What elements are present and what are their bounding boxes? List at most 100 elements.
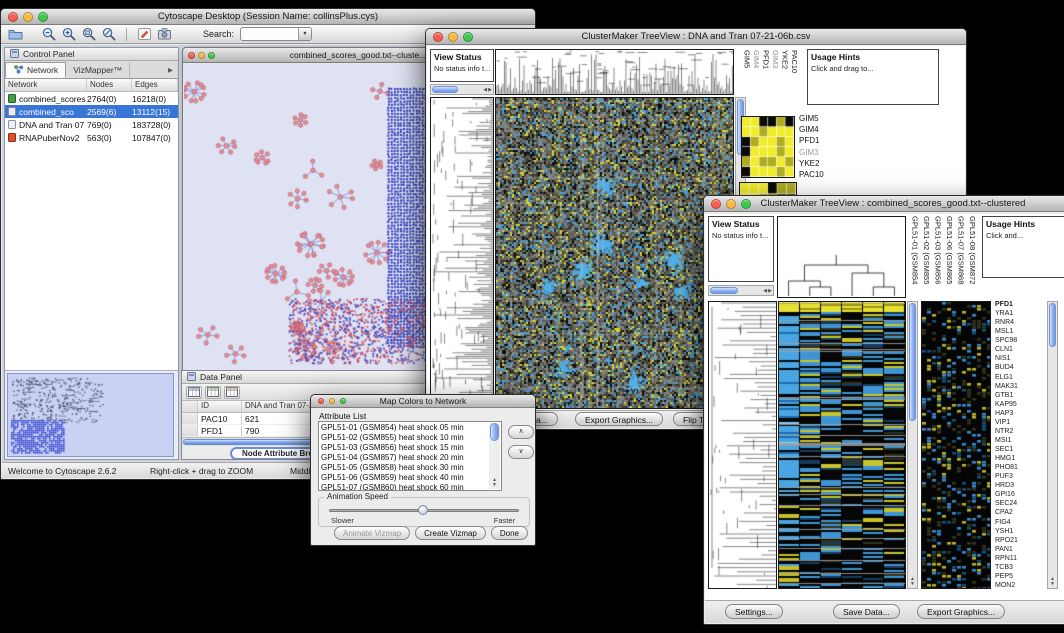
tv2-gene-label: MSI1: [995, 437, 1045, 444]
zoom-in-icon[interactable]: [60, 26, 78, 42]
view-status-title: View Status: [434, 52, 490, 62]
attribute-list-item[interactable]: GPL51-03 (GSM856) heat shock 15 min: [321, 443, 488, 453]
attribute-list-item[interactable]: GPL51-01 (GSM854) heat shock 05 min: [321, 423, 488, 433]
scrollbar-thumb[interactable]: [1049, 303, 1056, 347]
network-table-row[interactable]: combined_sco2569(6)13112(15): [5, 105, 178, 118]
tab-network[interactable]: Network: [5, 62, 66, 78]
tv2-gene-vscrollbar[interactable]: ▲▼: [1047, 301, 1058, 589]
network-table-row[interactable]: DNA and Tran 07769(0)183728(0): [5, 118, 178, 131]
tv1-correlation-matrix-canvas[interactable]: [741, 116, 795, 178]
close-icon[interactable]: [711, 199, 721, 209]
main-titlebar[interactable]: Cytoscape Desktop (Session Name: collins…: [1, 9, 535, 25]
usage-hints-title: Usage Hints: [811, 52, 935, 62]
attribute-list-item[interactable]: GPL51-07 (GSM860) heat shock 60 min: [321, 483, 488, 490]
move-up-button[interactable]: ∧: [508, 425, 534, 439]
tv2-gene-label: RPO21: [995, 537, 1045, 544]
view-status-panel: View Status No status info t...: [430, 49, 494, 82]
tv2-gene-label: BUD4: [995, 364, 1045, 371]
scrollbar-arrows[interactable]: ▲▼: [908, 577, 917, 587]
zoom-fit-icon[interactable]: [100, 26, 118, 42]
treeview-combined-titlebar[interactable]: ClusterMaker TreeView : combined_scores_…: [704, 196, 1064, 212]
table-view-icon-1[interactable]: [186, 386, 202, 399]
col-network[interactable]: Network: [5, 79, 87, 91]
snapshot-icon[interactable]: [155, 26, 173, 42]
panel-icon: [10, 49, 19, 60]
col-edges[interactable]: Edges: [132, 79, 178, 91]
view-status-hscrollbar[interactable]: ◀▶: [708, 285, 774, 296]
zoom-icon[interactable]: [463, 32, 473, 42]
tv2-gene-label: NTR2: [995, 428, 1045, 435]
table-view-icon-2[interactable]: [205, 386, 221, 399]
search-input[interactable]: ▼: [240, 27, 312, 41]
scrollbar-thumb[interactable]: [710, 287, 738, 294]
dialog-titlebar[interactable]: Map Colors to Network: [311, 395, 535, 408]
tv1-column-labels: GIM5GIM4PFD1GIM3YKE2PAC10: [741, 49, 805, 113]
col-nodes[interactable]: Nodes: [87, 79, 132, 91]
move-down-button[interactable]: ∨: [508, 445, 534, 459]
treeview-dna-titlebar[interactable]: ClusterMaker TreeView : DNA and Tran 07-…: [426, 29, 966, 45]
animate-vizmap-button[interactable]: Animate Vizmap: [334, 526, 410, 540]
table-view-icon-3[interactable]: [224, 386, 240, 399]
tv2-gene-label: PFD1: [995, 301, 1045, 308]
tv2-heatmap-canvas[interactable]: [778, 301, 906, 589]
minimize-icon[interactable]: [448, 32, 458, 42]
control-panel-tabs: Network VizMapper™ ▶: [5, 61, 178, 79]
scrollbar-thumb[interactable]: [490, 423, 499, 441]
scrollbar-arrows[interactable]: ◀▶: [483, 85, 492, 94]
save-data-button[interactable]: Save Data...: [833, 604, 900, 619]
network-table-row[interactable]: RNAPuberNov2563(0)107847(0): [5, 131, 178, 144]
attribute-list-item[interactable]: GPL51-06 (GSM859) heat shock 40 min: [321, 473, 488, 483]
tv1-heatmap-canvas[interactable]: [495, 97, 734, 409]
tv2-row-dendrogram-canvas[interactable]: [708, 301, 777, 589]
zoom-out-icon[interactable]: [40, 26, 58, 42]
scrollbar-arrows[interactable]: ▲▼: [489, 478, 500, 488]
attribute-list-item[interactable]: GPL51-02 (GSM855) heat shock 10 min: [321, 433, 488, 443]
scrollbar-arrows[interactable]: ◀▶: [763, 286, 772, 295]
scrollbar-thumb[interactable]: [432, 86, 458, 93]
control-panel: Control Panel Network VizMapper™ ▶ Netwo…: [4, 47, 179, 460]
annotation-icon[interactable]: [135, 26, 153, 42]
row-gutter: [182, 413, 198, 424]
network-table-row[interactable]: combined_scores2764(0)16218(0): [5, 92, 178, 105]
zoom-icon[interactable]: [340, 398, 346, 404]
settings-button[interactable]: Settings...: [725, 604, 783, 619]
scrollbar-thumb[interactable]: [909, 303, 916, 421]
tab-vizmapper[interactable]: VizMapper™: [66, 62, 130, 78]
tv2-column-dendrogram-canvas[interactable]: [777, 216, 906, 298]
tv2-vscrollbar[interactable]: ▲▼: [907, 301, 918, 589]
attribute-list[interactable]: GPL51-01 (GSM854) heat shock 05 minGPL51…: [318, 421, 502, 491]
close-icon[interactable]: [318, 398, 324, 404]
col-id[interactable]: ID: [198, 401, 242, 412]
zoom-icon[interactable]: [741, 199, 751, 209]
export-graphics-button[interactable]: Export Graphics...: [917, 604, 1005, 619]
attribute-list-item[interactable]: GPL51-05 (GSM858) heat shock 30 min: [321, 463, 488, 473]
tv1-column-dendrogram-canvas[interactable]: [495, 49, 734, 95]
zoom-actual-icon[interactable]: [80, 26, 98, 42]
scrollbar-arrows[interactable]: ▲▼: [1048, 577, 1057, 587]
tv2-summary-canvas[interactable]: [921, 301, 991, 589]
attribute-list-item[interactable]: GPL51-04 (GSM857) heat shock 20 min: [321, 453, 488, 463]
create-vizmap-button[interactable]: Create Vizmap: [415, 526, 486, 540]
birdseye-canvas[interactable]: [7, 373, 174, 457]
minimize-icon[interactable]: [23, 12, 33, 22]
tab-overflow-arrow-icon[interactable]: ▶: [163, 66, 178, 74]
slider-knob[interactable]: [418, 505, 428, 515]
animation-speed-slider[interactable]: [329, 505, 519, 517]
export-graphics-button[interactable]: Export Graphics...: [575, 412, 663, 426]
zoom-icon[interactable]: [208, 52, 215, 59]
open-folder-icon[interactable]: [6, 26, 24, 42]
tv1-row-dendrogram-canvas[interactable]: [430, 97, 494, 409]
close-icon[interactable]: [188, 52, 195, 59]
close-icon[interactable]: [8, 12, 18, 22]
attribute-list-scrollbar[interactable]: ▲▼: [489, 423, 500, 489]
view-status-hscrollbar[interactable]: ◀▶: [430, 84, 494, 95]
chevron-down-icon[interactable]: ▼: [298, 28, 311, 40]
minimize-icon[interactable]: [726, 199, 736, 209]
done-button[interactable]: Done: [491, 526, 528, 540]
close-icon[interactable]: [433, 32, 443, 42]
faster-label: Faster: [494, 516, 515, 525]
view-status-panel: View Status No status info t...: [708, 216, 774, 282]
minimize-icon[interactable]: [329, 398, 335, 404]
zoom-icon[interactable]: [38, 12, 48, 22]
minimize-icon[interactable]: [198, 52, 205, 59]
